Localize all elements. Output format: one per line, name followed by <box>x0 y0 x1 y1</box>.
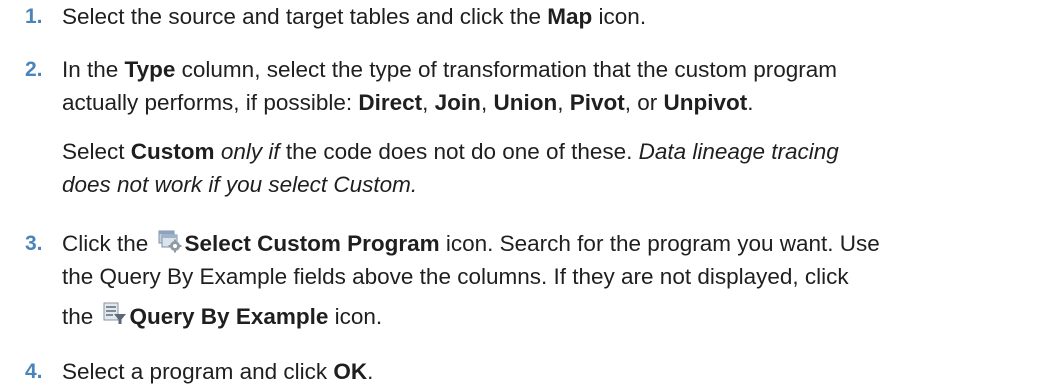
text-run: . <box>747 90 754 115</box>
step-number: 4. <box>25 360 43 383</box>
text-run: , <box>480 90 494 115</box>
step-body: In the Type column, select the type of t… <box>62 53 1022 119</box>
text-run: . <box>367 359 374 384</box>
step-line: the Query By Example fields above the co… <box>62 260 1022 293</box>
option-direct: Direct <box>358 90 423 115</box>
option-pivot: Pivot <box>569 90 625 115</box>
step-line: Select the source and target tables and … <box>62 0 1022 33</box>
text-run: , <box>422 90 435 115</box>
text-run: In the <box>62 57 125 82</box>
step-body: Select the source and target tables and … <box>62 0 1022 33</box>
step-line: the Query By Example icon. <box>62 300 1022 333</box>
option-union: Union <box>493 90 558 115</box>
text-run: the Query By Example fields above the co… <box>62 264 849 289</box>
query-by-example-icon <box>103 302 127 326</box>
step-number: 2. <box>25 58 43 81</box>
ui-term-query-by-example: Query By Example <box>129 304 329 329</box>
text-run: the code does not do one of these. <box>279 139 639 164</box>
text-run: icon. Search for the program you want. U… <box>439 231 880 256</box>
step-line: Select a program and click OK. <box>62 355 1022 388</box>
option-unpivot: Unpivot <box>663 90 748 115</box>
text-run: , <box>557 90 570 115</box>
text-run: Select the source and target tables and … <box>62 4 548 29</box>
select-custom-program-icon <box>158 229 182 253</box>
ui-term-ok: OK <box>333 359 368 384</box>
text-run: icon. <box>328 304 383 329</box>
step-line: actually performs, if possible: Direct , … <box>62 86 1022 119</box>
step-body: Click the Select Custom Program icon. Se… <box>62 227 1022 333</box>
emphasis: only if <box>220 139 280 164</box>
text-run: Select a program and click <box>62 359 334 384</box>
text-run: Click the <box>62 231 155 256</box>
step-note: Select Custom only if the code does not … <box>62 135 1022 201</box>
text-run: column, select the type of transformatio… <box>175 57 837 82</box>
note-line: does not work if you select Custom. <box>62 168 1022 201</box>
text-run: actually performs, if possible: <box>62 90 359 115</box>
emphasis: does not work if you select Custom. <box>62 172 418 197</box>
emphasis: Data lineage tracing <box>638 139 839 164</box>
ui-term-select-custom-program: Select Custom Program <box>184 231 440 256</box>
ui-term-map: Map <box>547 4 593 29</box>
step-body: Select a program and click OK. <box>62 355 1022 388</box>
text-run: , or <box>624 90 664 115</box>
step-number: 1. <box>25 5 43 28</box>
text-run: icon. <box>592 4 647 29</box>
text-run: the <box>62 304 100 329</box>
step-line: Click the Select Custom Program icon. Se… <box>62 227 1022 260</box>
text-run: Select <box>62 139 131 164</box>
step-line: In the Type column, select the type of t… <box>62 53 1022 86</box>
step-number: 3. <box>25 232 43 255</box>
option-custom: Custom <box>130 139 215 164</box>
ui-term-type: Type <box>124 57 176 82</box>
option-join: Join <box>434 90 481 115</box>
note-line: Select Custom only if the code does not … <box>62 135 1022 168</box>
